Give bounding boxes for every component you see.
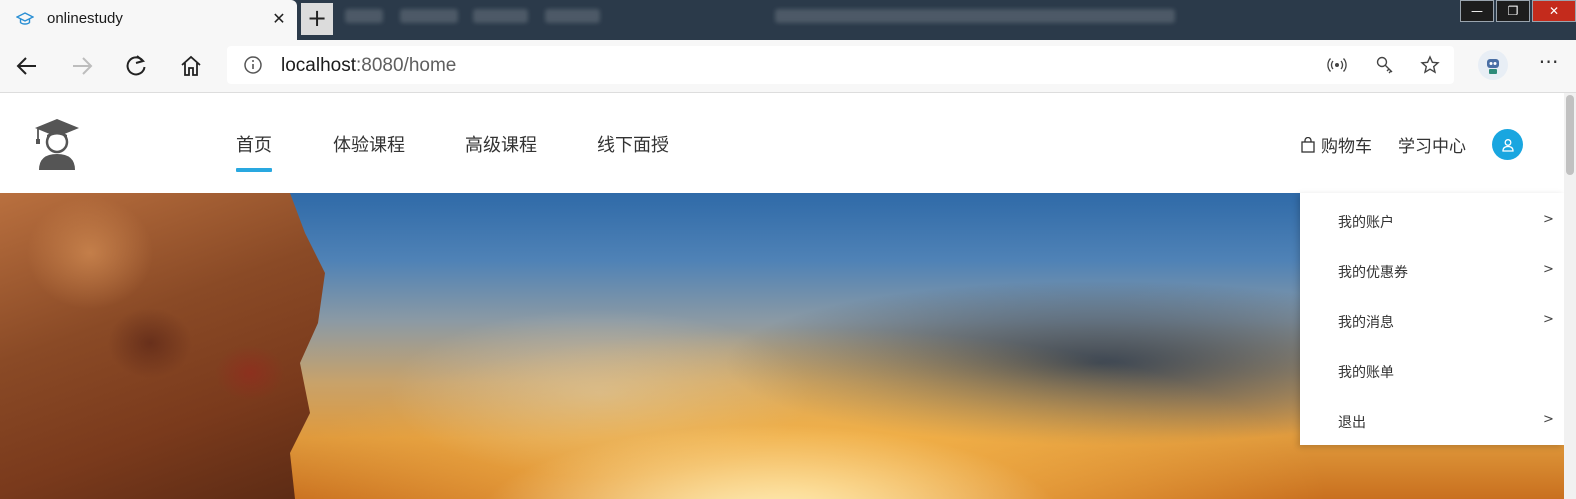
blurred-background-text <box>545 9 600 23</box>
arrow-left-icon <box>16 57 36 75</box>
chevron-right-icon: > <box>1543 312 1554 327</box>
page-scrollbar[interactable] <box>1564 93 1576 499</box>
user-icon <box>1501 138 1514 152</box>
blurred-background-text <box>400 9 458 23</box>
menu-item-label: 我的账户 <box>1338 215 1394 231</box>
browser-toolbar: localhost:8080/home ⋯ <box>0 40 1576 93</box>
menu-item-my-bills[interactable]: 我的账单 <box>1300 345 1564 395</box>
new-tab-button[interactable]: + <box>301 3 333 35</box>
read-aloud-icon[interactable] <box>1327 55 1347 75</box>
active-nav-underline <box>236 168 272 172</box>
close-tab-icon[interactable]: ✕ <box>266 6 292 32</box>
menu-item-my-messages[interactable]: 我的消息 > <box>1300 295 1564 345</box>
tab-title: onlinestudy <box>47 10 123 27</box>
chevron-right-icon: > <box>1543 212 1554 227</box>
site-header: 首页 体验课程 高级课程 线下面授 购物车 学习中心 <box>0 93 1564 193</box>
browser-titlebar: onlinestudy ✕ + — ❐ ✕ <box>0 0 1576 40</box>
info-icon[interactable] <box>243 55 263 75</box>
menu-item-my-coupons[interactable]: 我的优惠券 > <box>1300 245 1564 295</box>
nav-item-trial-courses[interactable]: 体验课程 <box>333 131 405 157</box>
menu-item-label: 退出 <box>1338 415 1366 431</box>
user-avatar-button[interactable] <box>1492 129 1523 160</box>
student-logo-icon[interactable] <box>32 118 82 170</box>
graduation-cap-icon <box>16 12 34 25</box>
refresh-icon <box>126 55 146 76</box>
menu-item-label: 我的消息 <box>1338 315 1394 331</box>
blurred-background-text <box>473 9 528 23</box>
menu-item-logout[interactable]: 退出 > <box>1300 395 1564 445</box>
blurred-background-text <box>775 9 1175 23</box>
cart-label: 购物车 <box>1321 137 1372 157</box>
study-center-link[interactable]: 学习中心 <box>1398 132 1466 157</box>
maximize-button[interactable]: ❐ <box>1496 0 1530 22</box>
cliff-rock <box>0 193 325 499</box>
home-button[interactable] <box>175 50 207 82</box>
favorite-star-icon[interactable] <box>1420 55 1440 75</box>
menu-item-label: 我的账单 <box>1338 365 1394 381</box>
url-path: :8080/home <box>356 55 457 76</box>
arrow-right-icon <box>73 57 93 75</box>
address-bar[interactable]: localhost:8080/home <box>227 46 1454 84</box>
user-dropdown-menu: 我的账户 > 我的优惠券 > 我的消息 > 我的账单 退出 > <box>1300 193 1564 445</box>
blurred-background-text <box>345 9 383 23</box>
menu-item-label: 我的优惠券 <box>1338 265 1408 281</box>
scrollbar-thumb[interactable] <box>1566 95 1574 175</box>
browser-tab[interactable]: onlinestudy ✕ <box>0 0 297 40</box>
chevron-right-icon: > <box>1543 412 1554 427</box>
robot-avatar-icon <box>1487 59 1499 74</box>
window-controls: — ❐ ✕ <box>1458 0 1576 24</box>
nav-item-advanced-courses[interactable]: 高级课程 <box>465 131 537 157</box>
refresh-button[interactable] <box>120 50 152 82</box>
menu-item-my-account[interactable]: 我的账户 > <box>1300 195 1564 245</box>
minimize-button[interactable]: — <box>1460 0 1494 22</box>
chevron-right-icon: > <box>1543 262 1554 277</box>
shopping-bag-icon <box>1301 136 1315 153</box>
web-page: 首页 体验课程 高级课程 线下面授 购物车 学习中心 我的账户 > 我的优惠券 … <box>0 93 1576 499</box>
nav-item-home[interactable]: 首页 <box>236 131 272 157</box>
browser-profile-button[interactable] <box>1478 50 1508 80</box>
home-icon <box>181 55 201 76</box>
more-menu-button[interactable]: ⋯ <box>1534 48 1564 78</box>
forward-button[interactable] <box>66 50 98 82</box>
back-button[interactable] <box>11 50 43 82</box>
url-text: localhost:8080/home <box>281 55 456 77</box>
cart-link[interactable]: 购物车 <box>1300 132 1372 157</box>
url-host: localhost <box>281 55 356 76</box>
close-window-button[interactable]: ✕ <box>1532 0 1576 22</box>
nav-item-offline-classes[interactable]: 线下面授 <box>597 131 669 157</box>
key-icon[interactable] <box>1375 55 1395 75</box>
